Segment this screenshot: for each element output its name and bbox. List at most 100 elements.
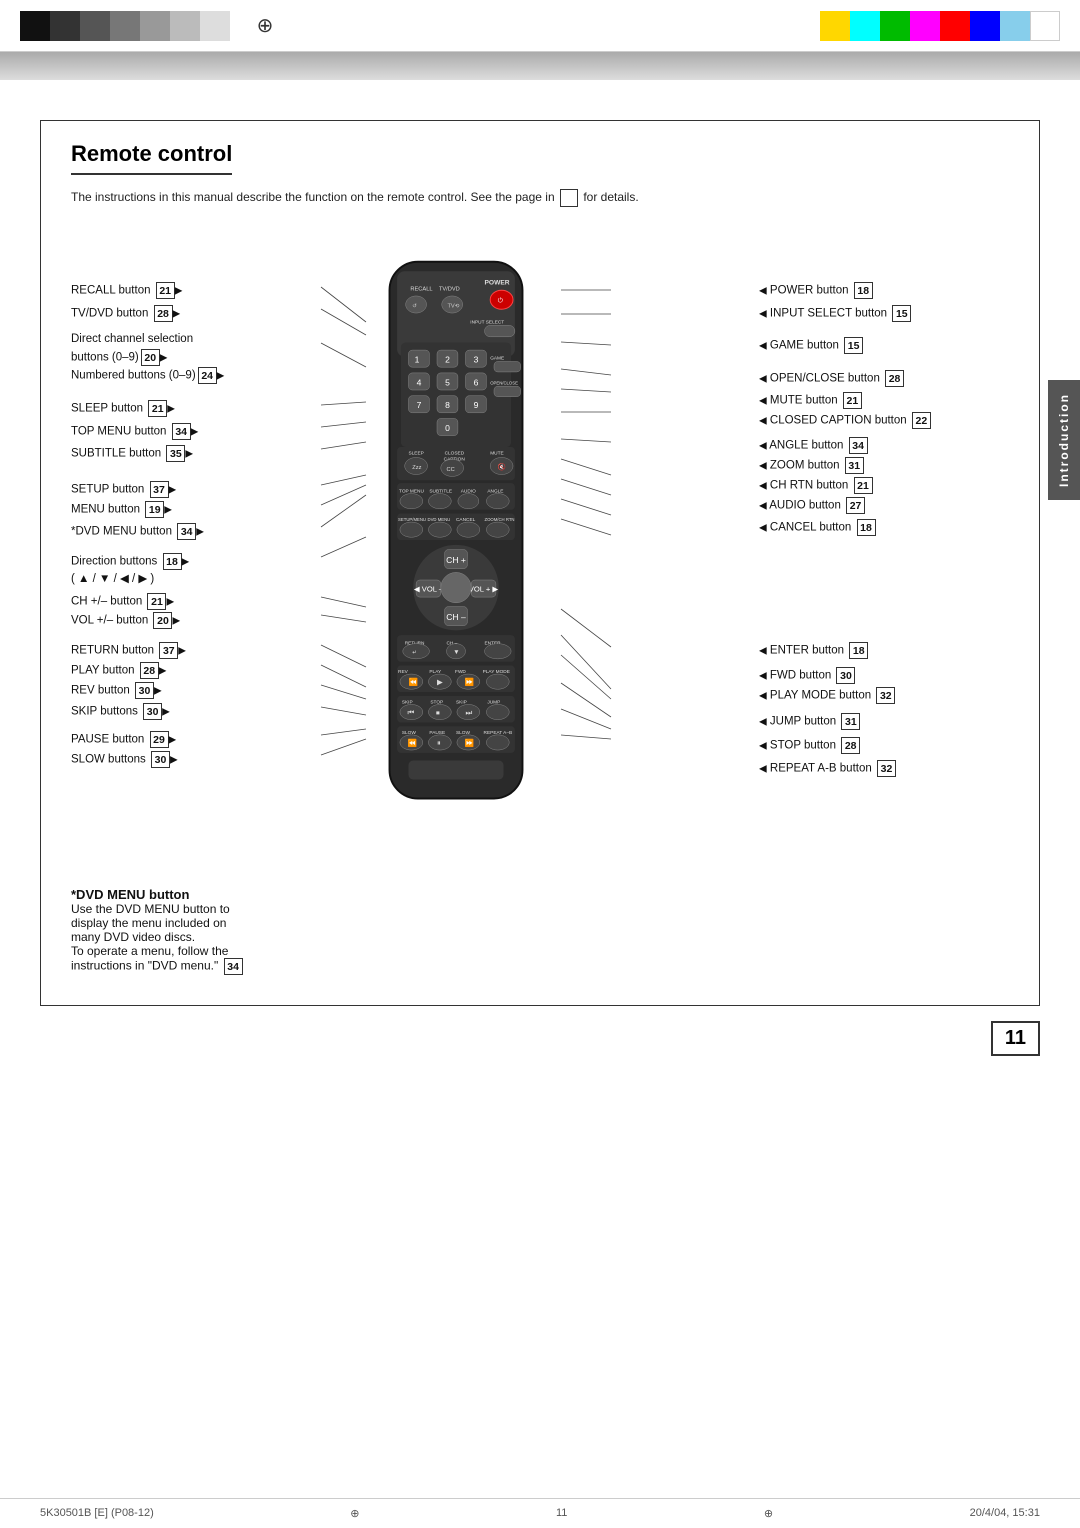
label-sleep: SLEEP button 21▶	[71, 400, 175, 417]
label-playmode: ◀ PLAY MODE button 32	[749, 687, 1009, 704]
intro-tab-label: Introduction	[1057, 393, 1071, 487]
svg-text:6: 6	[474, 377, 479, 387]
badge-power: 18	[854, 282, 873, 299]
label-recall: RECALL button 21▶	[71, 282, 182, 299]
dvd-menu-note-line2: display the menu included on	[71, 916, 351, 930]
color-block-lightblue	[1000, 11, 1030, 41]
badge-topmenu: 34	[172, 423, 191, 440]
label-mute: ◀ MUTE button 21	[749, 392, 1009, 409]
remote-image: RECALL TV/DVD POWER ↺ TV⟲ ⏻ INPUT SELECT	[361, 257, 551, 811]
color-block	[140, 11, 170, 41]
svg-text:ZOOM/CH RTN: ZOOM/CH RTN	[485, 517, 515, 522]
color-block	[50, 11, 80, 41]
svg-text:CH –: CH –	[446, 612, 466, 622]
label-direction2: ( ▲ / ▼ / ◀ / ▶ )	[71, 571, 154, 585]
label-repeatab: ◀ REPEAT A-B button 32	[749, 760, 1009, 777]
badge-zoom: 31	[845, 457, 864, 474]
label-openclose: ◀ OPEN/CLOSE button 28	[749, 370, 1009, 387]
label-buttons09: buttons (0–9)20▶	[71, 349, 167, 366]
label-zoom: ◀ ZOOM button 31	[749, 457, 1009, 474]
color-blocks-left	[20, 11, 230, 41]
page-title: Remote control	[71, 141, 232, 175]
svg-text:⏹: ⏹	[436, 708, 440, 717]
svg-text:SLEEP: SLEEP	[409, 451, 424, 457]
footer: 5K30501B [E] (P08-12) ⊕ 11 ⊕ 20/4/04, 15…	[0, 1498, 1080, 1528]
label-audio: ◀ AUDIO button 27	[749, 497, 1009, 514]
badge-repeatab: 32	[877, 760, 896, 777]
badge-play: 28	[140, 662, 159, 679]
badge-rev: 30	[135, 682, 154, 699]
color-block	[80, 11, 110, 41]
badge-tvdvd: 28	[154, 305, 173, 322]
badge-openclose: 28	[885, 370, 904, 387]
color-block	[110, 11, 140, 41]
svg-text:4: 4	[417, 377, 422, 387]
svg-text:◀ VOL –: ◀ VOL –	[414, 584, 444, 593]
badge-slow: 30	[151, 751, 170, 768]
label-setup: SETUP button 37▶	[71, 481, 176, 498]
label-topmenu: TOP MENU button 34▶	[71, 423, 198, 440]
label-game: ◀ GAME button 15	[749, 337, 1009, 354]
page-reference-box	[560, 189, 578, 207]
label-direction: Direction buttons 18▶	[71, 553, 189, 570]
svg-text:Zzz: Zzz	[412, 465, 421, 471]
badge-buttons09: 20	[141, 349, 160, 366]
badge-mute: 21	[843, 392, 862, 409]
badge-numbered09: 24	[198, 367, 217, 384]
svg-text:↵: ↵	[412, 650, 417, 656]
diagram-area: RECALL TV/DVD POWER ↺ TV⟲ ⏻ INPUT SELECT	[71, 227, 1009, 877]
badge-subtitle: 35	[166, 445, 185, 462]
badge-inputsel: 15	[892, 305, 911, 322]
badge-playmode: 32	[876, 687, 895, 704]
color-blocks-right	[820, 11, 1060, 41]
label-direct-ch: Direct channel selection	[71, 333, 193, 345]
badge-cancel: 18	[857, 519, 876, 536]
label-power: ◀ POWER button 18	[749, 282, 1009, 299]
svg-text:1: 1	[415, 354, 420, 364]
label-slow: SLOW buttons 30▶	[71, 751, 178, 768]
badge-chplusminus: 21	[147, 593, 166, 610]
svg-text:TV/DVD: TV/DVD	[439, 286, 460, 292]
svg-text:REV: REV	[398, 669, 409, 675]
color-block	[200, 11, 230, 41]
badge-enter: 18	[849, 642, 868, 659]
label-chrtn: ◀ CH RTN button 21	[749, 477, 1009, 494]
crosshair-icon: ⊕	[250, 11, 280, 41]
svg-text:DVD MENU: DVD MENU	[428, 517, 451, 522]
svg-text:CH +: CH +	[446, 555, 466, 565]
badge-jump: 31	[841, 713, 860, 730]
label-return: RETURN button 37▶	[71, 642, 186, 659]
badge-sleep: 21	[148, 400, 167, 417]
badge-menu: 19	[145, 501, 164, 518]
dvd-menu-note-line4: To operate a menu, follow the	[71, 944, 351, 958]
badge-audio: 27	[846, 497, 865, 514]
svg-text:RECALL: RECALL	[410, 286, 432, 292]
color-block-green	[880, 11, 910, 41]
svg-text:0: 0	[445, 423, 450, 433]
label-dvdmenu: *DVD MENU button 34▶	[71, 523, 204, 540]
dvd-menu-note-line1: Use the DVD MENU button to	[71, 902, 351, 916]
dvd-menu-note-line3: many DVD video discs.	[71, 930, 351, 944]
footer-right: 20/4/04, 15:31	[970, 1507, 1040, 1520]
svg-text:⏻: ⏻	[498, 297, 504, 305]
label-cancel: ◀ CANCEL button 18	[749, 519, 1009, 536]
label-pause: PAUSE button 29▶	[71, 731, 176, 748]
label-chplusminus: CH +/– button 21▶	[71, 593, 174, 610]
svg-text:VOL + ▶: VOL + ▶	[469, 584, 500, 593]
svg-text:GAME: GAME	[490, 356, 504, 362]
color-block-magenta	[910, 11, 940, 41]
badge-fwd: 30	[836, 667, 855, 684]
color-block-cyan	[850, 11, 880, 41]
label-angle: ◀ ANGLE button 34	[749, 437, 1009, 454]
svg-text:⏪: ⏪	[409, 678, 419, 687]
svg-text:INPUT SELECT: INPUT SELECT	[470, 320, 504, 326]
svg-text:7: 7	[417, 400, 422, 410]
footer-center-crosshair: ⊕	[350, 1507, 359, 1520]
badge-closedcaption: 22	[912, 412, 931, 429]
svg-text:CLOSED: CLOSED	[445, 451, 465, 457]
gray-band	[0, 52, 1080, 80]
svg-text:SETUP/MENU: SETUP/MENU	[398, 517, 426, 522]
badge-return: 37	[159, 642, 178, 659]
svg-text:▼: ▼	[453, 649, 460, 656]
color-block	[20, 11, 50, 41]
